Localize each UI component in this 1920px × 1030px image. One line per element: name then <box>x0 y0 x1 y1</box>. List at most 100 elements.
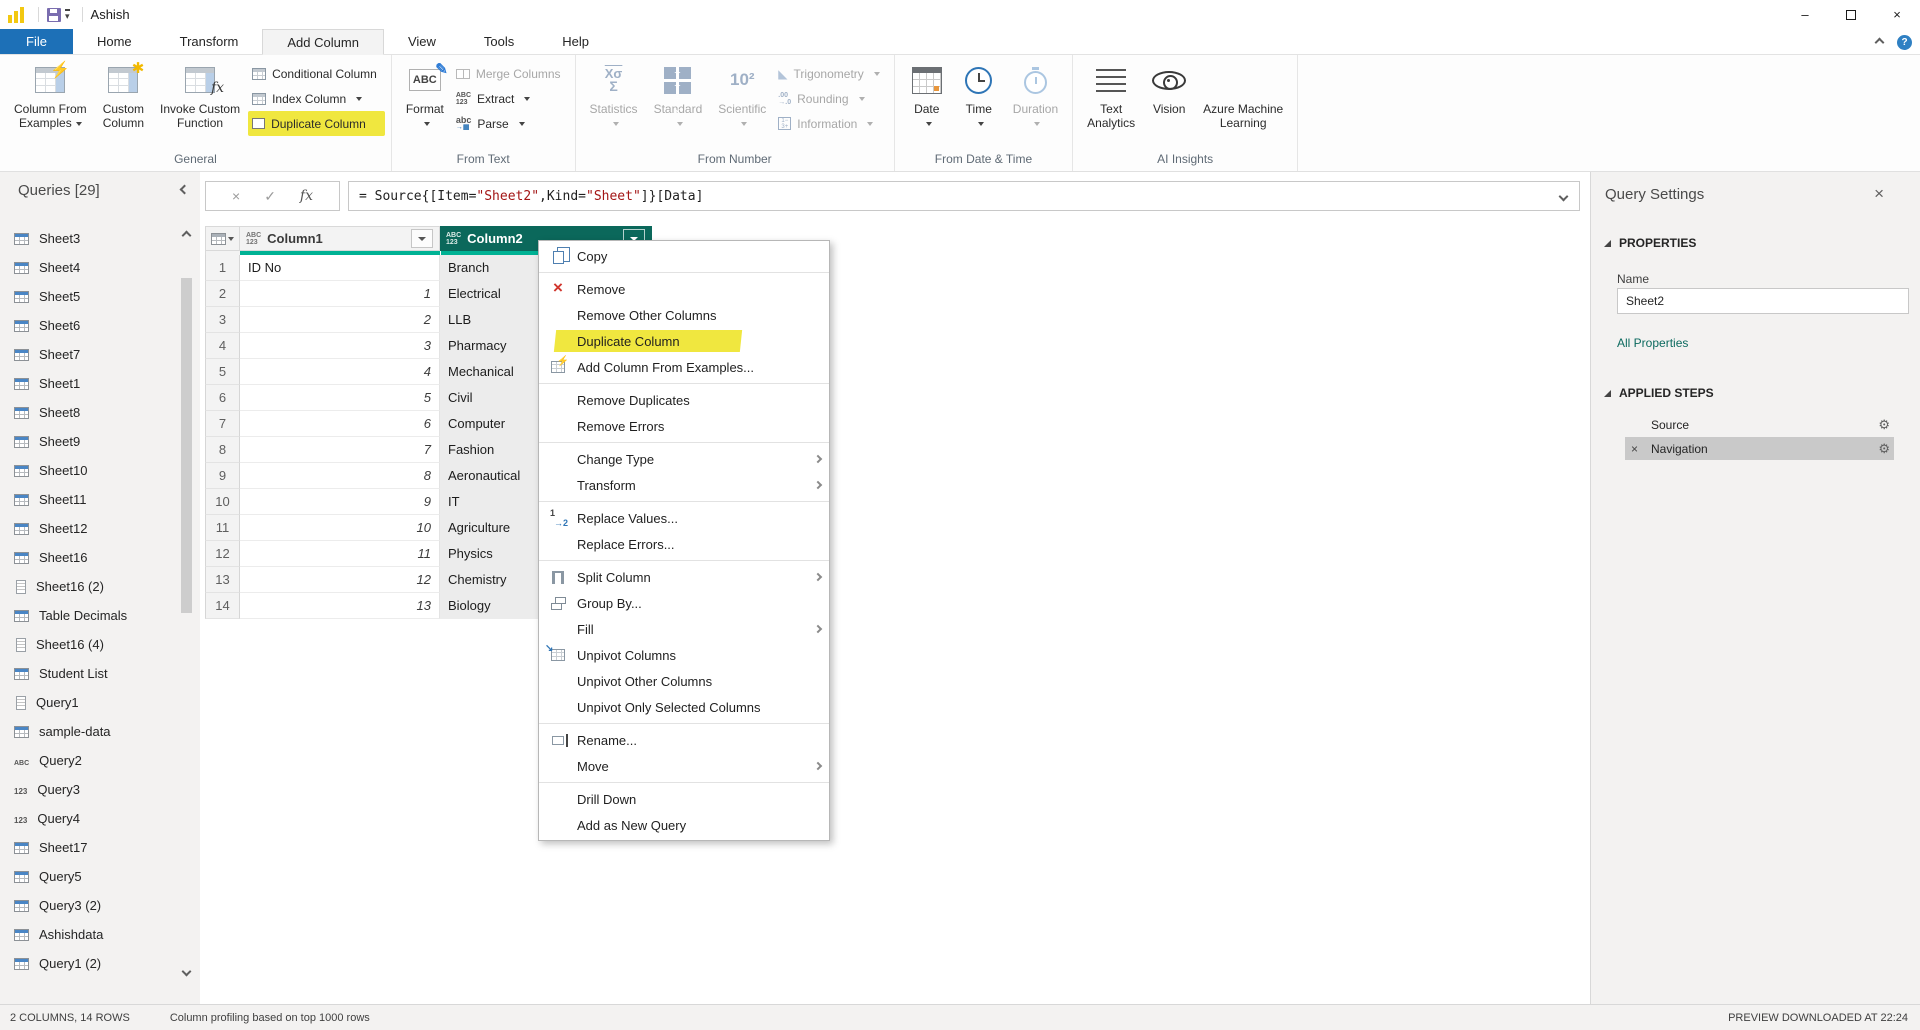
query-item-sheet3[interactable]: Sheet3 <box>0 224 182 253</box>
row-number[interactable]: 10 <box>205 489 240 515</box>
applied-steps-section-header[interactable]: APPLIED STEPS <box>1604 386 1714 400</box>
maximize-button[interactable] <box>1828 0 1874 29</box>
query-item-query2[interactable]: Query2 <box>0 746 182 775</box>
menu-item-group-by[interactable]: Group By... <box>539 590 829 616</box>
tab-home[interactable]: Home <box>73 29 156 54</box>
parse-button[interactable]: Parse <box>452 111 569 136</box>
row-number[interactable]: 11 <box>205 515 240 541</box>
menu-item-unpivot-columns[interactable]: Unpivot Columns <box>539 642 829 668</box>
all-properties-link[interactable]: All Properties <box>1617 336 1688 350</box>
menu-item-remove[interactable]: Remove <box>539 276 829 302</box>
cell-column1[interactable]: 5 <box>240 385 440 411</box>
select-all-corner[interactable] <box>205 226 240 251</box>
filter-dropdown-button[interactable] <box>411 229 433 248</box>
tab-file[interactable]: File <box>0 29 73 54</box>
query-item-sample-data[interactable]: sample-data <box>0 717 182 746</box>
cell-column1[interactable]: 9 <box>240 489 440 515</box>
conditional-column-button[interactable]: Conditional Column <box>248 61 385 86</box>
menu-item-replace-values[interactable]: Replace Values... <box>539 505 829 531</box>
query-item-sheet9[interactable]: Sheet9 <box>0 427 182 456</box>
row-number[interactable]: 14 <box>205 593 240 619</box>
cell-column1[interactable]: 12 <box>240 567 440 593</box>
row-number[interactable]: 5 <box>205 359 240 385</box>
help-icon[interactable]: ? <box>1897 35 1912 50</box>
extract-button[interactable]: Extract <box>452 86 569 111</box>
row-number[interactable]: 6 <box>205 385 240 411</box>
row-number[interactable]: 8 <box>205 437 240 463</box>
menu-item-add-column-from-examples[interactable]: Add Column From Examples... <box>539 354 829 380</box>
step-settings-gear-icon[interactable]: ⚙ <box>1878 441 1890 457</box>
menu-item-add-as-new-query[interactable]: Add as New Query <box>539 812 829 838</box>
applied-step-navigation[interactable]: ×Navigation⚙ <box>1625 437 1894 460</box>
row-number[interactable]: 7 <box>205 411 240 437</box>
cell-column1[interactable]: 10 <box>240 515 440 541</box>
queries-scrollbar-thumb[interactable] <box>181 278 192 613</box>
menu-item-unpivot-other-columns[interactable]: Unpivot Other Columns <box>539 668 829 694</box>
query-name-input[interactable] <box>1617 288 1909 314</box>
delete-step-icon[interactable]: × <box>1631 442 1638 456</box>
menu-item-duplicate-column[interactable]: Duplicate Column <box>539 328 829 354</box>
row-number[interactable]: 12 <box>205 541 240 567</box>
menu-item-remove-duplicates[interactable]: Remove Duplicates <box>539 387 829 413</box>
close-settings-icon[interactable]: × <box>1874 184 1884 204</box>
collapse-ribbon-icon[interactable] <box>1875 37 1885 47</box>
custom-column-button[interactable]: ✱CustomColumn <box>95 57 152 130</box>
menu-item-drill-down[interactable]: Drill Down <box>539 786 829 812</box>
profiling-status[interactable]: Column profiling based on top 1000 rows <box>170 1012 370 1024</box>
menu-item-copy[interactable]: Copy <box>539 243 829 269</box>
menu-item-transform[interactable]: Transform <box>539 472 829 498</box>
cell-column1[interactable]: 6 <box>240 411 440 437</box>
row-number[interactable]: 13 <box>205 567 240 593</box>
cell-column1[interactable]: 13 <box>240 593 440 619</box>
query-item-query3-2[interactable]: Query3 (2) <box>0 891 182 920</box>
cell-column1[interactable]: 7 <box>240 437 440 463</box>
format-button[interactable]: ABC✎Format <box>398 57 452 130</box>
applied-step-source[interactable]: Source⚙ <box>1625 413 1894 436</box>
column-header-column1[interactable]: ABC123 Column1 <box>240 226 440 251</box>
index-column-button[interactable]: Index Column <box>248 86 385 111</box>
query-item-sheet16[interactable]: Sheet16 <box>0 543 182 572</box>
tab-transform[interactable]: Transform <box>156 29 263 54</box>
query-item-sheet1[interactable]: Sheet1 <box>0 369 182 398</box>
cell-column1[interactable]: 11 <box>240 541 440 567</box>
formula-input[interactable]: = Source{[Item="Sheet2",Kind="Sheet"]}[D… <box>348 181 1580 211</box>
text-analytics-button[interactable]: TextAnalytics <box>1079 57 1143 130</box>
cell-column1[interactable]: 3 <box>240 333 440 359</box>
query-item-query5[interactable]: Query5 <box>0 862 182 891</box>
query-item-query1[interactable]: Query1 <box>0 688 182 717</box>
menu-item-move[interactable]: Move <box>539 753 829 779</box>
menu-item-rename[interactable]: Rename... <box>539 727 829 753</box>
commit-formula-icon[interactable]: ✓ <box>264 188 276 205</box>
scroll-down-icon[interactable] <box>182 967 192 977</box>
cell-column1[interactable]: 4 <box>240 359 440 385</box>
query-item-table-decimals[interactable]: Table Decimals <box>0 601 182 630</box>
date-button[interactable]: Date <box>901 57 953 130</box>
cell-column1[interactable]: ID No <box>240 255 440 281</box>
row-number[interactable]: 9 <box>205 463 240 489</box>
query-item-query4[interactable]: Query4 <box>0 804 182 833</box>
menu-item-split-column[interactable]: Split Column <box>539 564 829 590</box>
vision-button[interactable]: Vision <box>1143 57 1195 116</box>
query-item-query3[interactable]: Query3 <box>0 775 182 804</box>
tab-tools[interactable]: Tools <box>460 29 538 54</box>
cell-column1[interactable]: 2 <box>240 307 440 333</box>
query-item-sheet6[interactable]: Sheet6 <box>0 311 182 340</box>
collapse-queries-pane-icon[interactable] <box>180 185 190 195</box>
minimize-button[interactable]: – <box>1782 0 1828 29</box>
save-icon[interactable] <box>47 8 61 22</box>
invoke-custom-function-button[interactable]: fxInvoke CustomFunction <box>152 57 248 130</box>
column-from-examples-button[interactable]: ⚡Column FromExamples <box>6 57 95 130</box>
menu-item-unpivot-only-selected-columns[interactable]: Unpivot Only Selected Columns <box>539 694 829 720</box>
menu-item-remove-errors[interactable]: Remove Errors <box>539 413 829 439</box>
quick-access-dropdown-icon[interactable]: ▾ <box>65 9 70 20</box>
query-item-sheet16-2[interactable]: Sheet16 (2) <box>0 572 182 601</box>
step-settings-gear-icon[interactable]: ⚙ <box>1878 417 1890 433</box>
menu-item-remove-other-columns[interactable]: Remove Other Columns <box>539 302 829 328</box>
menu-item-replace-errors[interactable]: Replace Errors... <box>539 531 829 557</box>
menu-item-fill[interactable]: Fill <box>539 616 829 642</box>
query-item-sheet5[interactable]: Sheet5 <box>0 282 182 311</box>
row-number[interactable]: 1 <box>205 255 240 281</box>
cell-column1[interactable]: 1 <box>240 281 440 307</box>
query-item-student-list[interactable]: Student List <box>0 659 182 688</box>
expand-formula-icon[interactable] <box>1559 192 1569 202</box>
